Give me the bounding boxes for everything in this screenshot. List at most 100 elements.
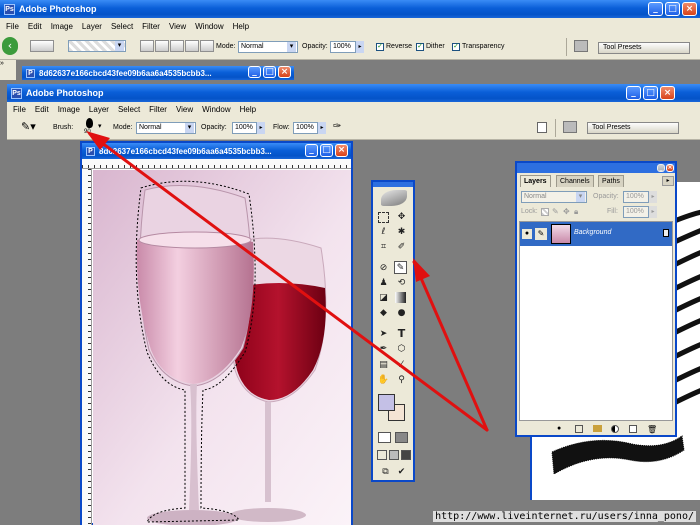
pen-tool-icon[interactable]: ✒ <box>377 343 390 356</box>
outer-tool-presets-button[interactable]: Tool Presets <box>598 42 690 54</box>
layer-visibility-eye-icon[interactable]: ● <box>522 229 532 239</box>
fill-field[interactable]: 100% <box>623 206 649 218</box>
document-title-bar[interactable]: P 8d62637e166cbcd43fee09b6aa6a4535bcbb3.… <box>82 143 351 159</box>
inner-menu-edit[interactable]: Edit <box>35 105 49 114</box>
outer-menu-file[interactable]: File <box>6 22 19 31</box>
inner-tool-presets-button[interactable]: Tool Presets <box>587 122 679 134</box>
document-maximize-button[interactable]: □ <box>320 144 333 157</box>
inner-menu-file[interactable]: File <box>13 105 26 114</box>
healing-brush-tool-icon[interactable]: ⊘ <box>377 262 390 275</box>
inner-close-button[interactable]: × <box>660 86 675 100</box>
reverse-checkbox[interactable]: ✓ <box>376 43 384 51</box>
stamp-tool-icon[interactable]: ♟ <box>377 277 390 290</box>
outer-menu-help[interactable]: Help <box>233 22 249 31</box>
inner-menu-help[interactable]: Help <box>240 105 256 114</box>
inner-opacity-arrow-icon[interactable]: ▸ <box>257 122 265 134</box>
inner-file-browser-icon[interactable] <box>563 121 577 133</box>
outer-menu-filter[interactable]: Filter <box>142 22 160 31</box>
lock-transparency-icon[interactable] <box>541 208 549 216</box>
imageready-icon[interactable]: ✔ <box>395 466 408 479</box>
layer-brush-link-icon[interactable]: ✎ <box>535 228 547 240</box>
outer-opacity-arrow-icon[interactable]: ▸ <box>356 41 364 53</box>
lock-image-icon[interactable]: ✎ <box>552 207 559 216</box>
layer-opacity-arrow-icon[interactable]: ▸ <box>649 191 657 203</box>
outer-doc-close-button[interactable]: × <box>278 66 291 78</box>
history-brush-tool-icon[interactable]: ⟲ <box>395 277 408 290</box>
linear-gradient-button[interactable] <box>140 40 154 52</box>
radial-gradient-button[interactable] <box>155 40 169 52</box>
outer-menu-view[interactable]: View <box>169 22 186 31</box>
back-nav-icon[interactable]: ‹ <box>2 37 18 55</box>
outer-menu-window[interactable]: Window <box>195 22 223 31</box>
marquee-tool-icon[interactable] <box>378 212 389 223</box>
outer-menu-layer[interactable]: Layer <box>82 22 102 31</box>
diamond-gradient-button[interactable] <box>200 40 214 52</box>
shape-tool-icon[interactable]: ⬡ <box>395 343 408 356</box>
outer-menu-select[interactable]: Select <box>111 22 133 31</box>
blur-tool-icon[interactable]: ◆ <box>377 307 390 320</box>
fill-arrow-icon[interactable]: ▸ <box>649 206 657 218</box>
outer-doc-title-bar[interactable]: P 8d62637e166cbcd43fee09b6aa6a4535bcbb3.… <box>22 66 294 80</box>
dodge-tool-icon[interactable]: ● <box>395 307 408 320</box>
airbrush-icon[interactable]: ✑ <box>333 120 347 134</box>
inner-minimize-button[interactable]: _ <box>626 86 641 100</box>
outer-file-browser-icon[interactable] <box>574 40 588 52</box>
transparency-checkbox[interactable]: ✓ <box>452 43 460 51</box>
zoom-tool-icon[interactable]: ⚲ <box>395 374 408 387</box>
layer-row-background[interactable]: ● ✎ Background <box>520 222 672 246</box>
layer-style-icon[interactable]: ● <box>557 425 561 432</box>
inner-title-bar[interactable]: Ps Adobe Photoshop _ □ × <box>7 84 700 102</box>
brush-preset-picker[interactable]: 90 ▾ <box>81 117 105 138</box>
layers-palette-minimize-button[interactable]: _ <box>657 164 665 172</box>
outer-mode-select[interactable]: Normal <box>238 41 298 53</box>
inner-mode-select[interactable]: Normal <box>136 122 196 134</box>
magic-wand-tool-icon[interactable]: ✱ <box>395 226 408 239</box>
inner-maximize-button[interactable]: □ <box>643 86 658 100</box>
inner-menu-window[interactable]: Window <box>202 105 230 114</box>
foreground-color-swatch[interactable] <box>378 394 395 411</box>
flow-arrow-icon[interactable]: ▸ <box>318 122 326 134</box>
tab-layers[interactable]: Layers <box>520 175 551 187</box>
new-layer-icon[interactable] <box>629 425 637 433</box>
brush-dropdown-icon[interactable]: ▾ <box>98 122 102 130</box>
layer-mask-icon[interactable] <box>575 425 583 433</box>
layers-palette-title-strip[interactable]: _ × <box>517 163 675 173</box>
outer-menu-image[interactable]: Image <box>51 22 73 31</box>
flow-field[interactable]: 100% <box>293 122 318 134</box>
layer-set-icon[interactable] <box>593 425 602 432</box>
eraser-tool-icon[interactable]: ◪ <box>377 292 390 305</box>
brush-tool-icon[interactable]: ✎▾ <box>21 120 43 134</box>
angle-gradient-button[interactable] <box>170 40 184 52</box>
quick-mask-mode-icon[interactable] <box>395 432 408 443</box>
text-tool-icon[interactable]: T <box>395 327 408 340</box>
delete-layer-icon[interactable]: 🗑︎ <box>647 425 657 434</box>
tab-paths[interactable]: Paths <box>598 175 624 187</box>
outer-title-bar[interactable]: Ps Adobe Photoshop _ □ × <box>0 0 700 18</box>
outer-maximize-button[interactable]: □ <box>665 2 680 16</box>
gradient-tool-button[interactable] <box>395 292 406 303</box>
inner-menu-select[interactable]: Select <box>118 105 140 114</box>
crop-tool-icon[interactable]: ⌗ <box>377 241 390 254</box>
standard-mode-icon[interactable] <box>378 432 391 443</box>
inner-menu-image[interactable]: Image <box>58 105 80 114</box>
outer-doc-minimize-button[interactable]: _ <box>248 66 261 78</box>
layer-blend-mode-select[interactable]: Normal <box>521 191 587 203</box>
lasso-tool-icon[interactable]: ℓ <box>377 226 390 239</box>
outer-doc-maximize-button[interactable]: □ <box>263 66 276 78</box>
path-select-tool-icon[interactable]: ➤ <box>377 328 390 341</box>
notes-tool-icon[interactable]: ▤ <box>377 359 390 372</box>
reflected-gradient-button[interactable] <box>185 40 199 52</box>
adjustment-layer-icon[interactable] <box>611 425 619 433</box>
brush-tool-button[interactable]: ✎ <box>394 261 407 274</box>
screen-mode-full-menu-icon[interactable] <box>389 450 399 460</box>
hand-tool-icon[interactable]: ✋ <box>377 374 390 387</box>
gradient-tool-icon[interactable] <box>30 40 54 52</box>
inner-palette-well-icon[interactable] <box>537 122 547 133</box>
eyedropper-tool-icon[interactable]: ⁄ <box>395 359 408 372</box>
document-canvas[interactable] <box>93 170 351 525</box>
slice-tool-icon[interactable]: ✐ <box>395 241 408 254</box>
inner-opacity-field[interactable]: 100% <box>232 122 257 134</box>
outer-menu-edit[interactable]: Edit <box>28 22 42 31</box>
inner-menu-filter[interactable]: Filter <box>149 105 167 114</box>
document-close-button[interactable]: × <box>335 144 348 157</box>
